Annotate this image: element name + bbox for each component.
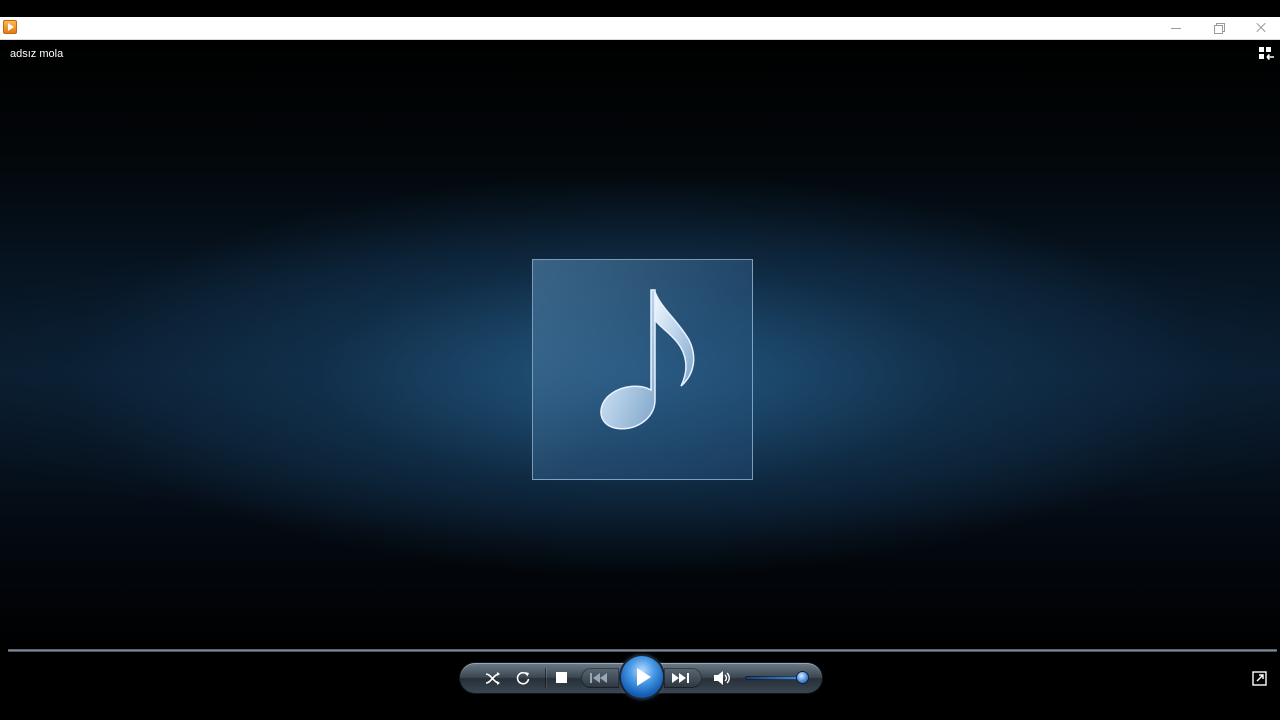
next-button[interactable] bbox=[664, 668, 702, 688]
media-player-window: adsız mola bbox=[0, 0, 1280, 720]
seek-bar[interactable] bbox=[8, 649, 1277, 652]
play-button[interactable] bbox=[621, 656, 663, 698]
music-note-icon bbox=[600, 289, 695, 430]
previous-button[interactable] bbox=[581, 668, 619, 688]
fullscreen-icon[interactable] bbox=[1252, 671, 1267, 686]
minimize-button[interactable] bbox=[1154, 17, 1198, 39]
switch-to-library-icon[interactable] bbox=[1258, 46, 1275, 61]
repeat-icon[interactable] bbox=[515, 670, 531, 686]
title-bar bbox=[0, 17, 1280, 40]
next-icon bbox=[672, 673, 689, 683]
play-icon bbox=[637, 668, 651, 686]
volume-icon[interactable] bbox=[712, 670, 732, 686]
top-strip bbox=[0, 0, 1280, 17]
stop-button[interactable] bbox=[556, 672, 567, 683]
now-playing-stage: adsız mola bbox=[0, 40, 1280, 648]
media-player-icon[interactable] bbox=[3, 20, 17, 34]
restore-button[interactable] bbox=[1197, 17, 1241, 39]
controls-separator bbox=[545, 668, 546, 688]
previous-icon bbox=[590, 673, 607, 683]
now-playing-title: adsız mola bbox=[10, 48, 64, 60]
shuffle-icon[interactable] bbox=[484, 670, 502, 686]
album-art bbox=[532, 259, 753, 480]
volume-slider-thumb[interactable] bbox=[797, 672, 808, 683]
close-button[interactable] bbox=[1240, 17, 1280, 39]
